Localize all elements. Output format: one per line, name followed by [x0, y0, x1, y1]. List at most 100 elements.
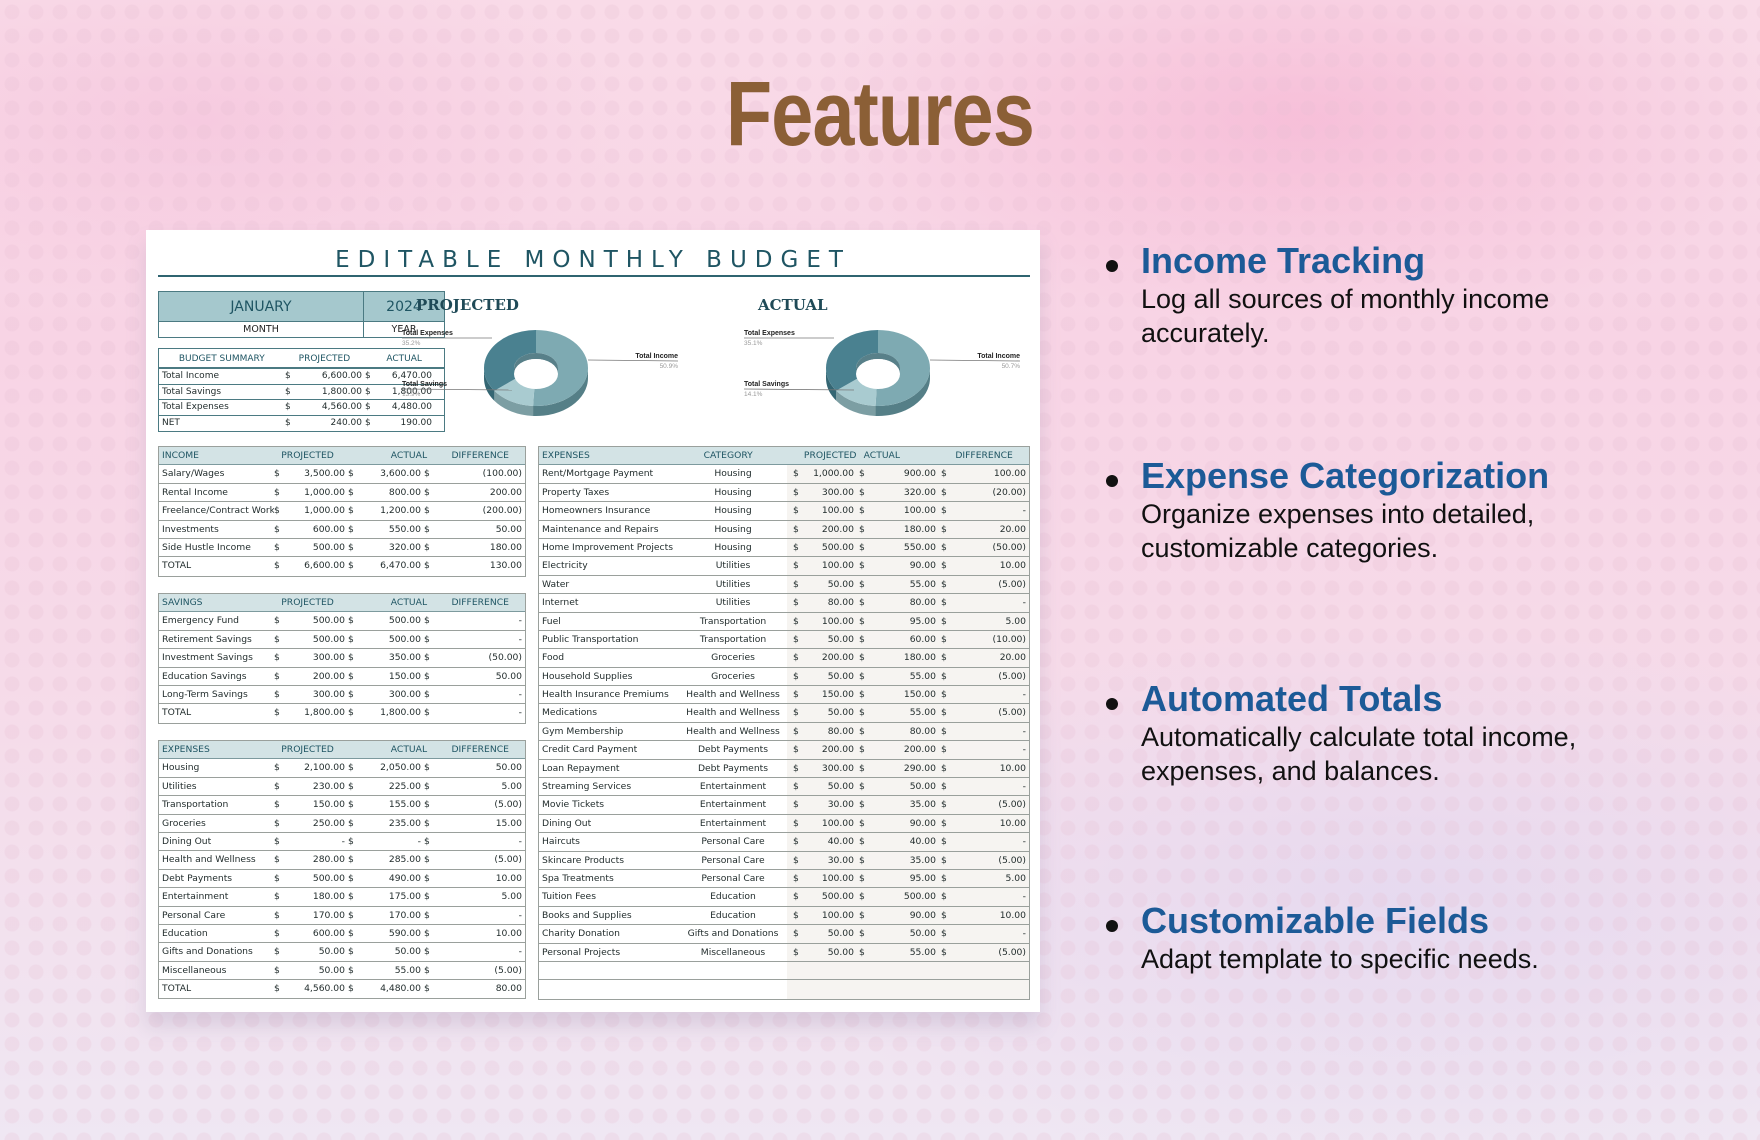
expense-name[interactable]: Home Improvement Projects	[539, 539, 679, 556]
expenses_summary-row-name[interactable]: Utilities	[159, 778, 274, 795]
expenses_summary-actual-value[interactable]: 155.00	[362, 796, 424, 813]
expenses_summary-projected-value[interactable]: -	[288, 833, 348, 850]
expense-actual-value[interactable]: 80.00	[873, 723, 939, 740]
expense-actual-value[interactable]: 80.00	[873, 594, 939, 611]
expense-projected-value[interactable]: 200.00	[805, 521, 857, 538]
expenses_summary-row-name[interactable]: Housing	[159, 759, 274, 776]
income-row-name[interactable]: Salary/Wages	[159, 465, 274, 482]
expense-actual-value[interactable]: 35.00	[873, 796, 939, 813]
expense-projected-value[interactable]: 50.00	[805, 704, 857, 721]
expense-category[interactable]: Entertainment	[679, 796, 787, 813]
savings-actual-value[interactable]: 150.00	[362, 668, 424, 685]
expenses_summary-actual-value[interactable]: 590.00	[362, 925, 424, 942]
expenses-detail-empty-row[interactable]	[539, 980, 1029, 999]
expense-name[interactable]: Internet	[539, 594, 679, 611]
expense-category[interactable]: Personal Care	[679, 870, 787, 887]
expense-projected-value[interactable]: 100.00	[805, 815, 857, 832]
expense-name[interactable]: Books and Supplies	[539, 907, 679, 924]
expense-category[interactable]: Housing	[679, 502, 787, 519]
expense-projected-value[interactable]: 300.00	[805, 484, 857, 501]
expenses_summary-projected-value[interactable]: 50.00	[288, 962, 348, 979]
expense-projected-value[interactable]: 80.00	[805, 723, 857, 740]
expenses_summary-row-name[interactable]: Gifts and Donations	[159, 943, 274, 960]
savings-actual-value[interactable]: 350.00	[362, 649, 424, 666]
expense-category[interactable]: Entertainment	[679, 778, 787, 795]
month-value[interactable]: JANUARY	[159, 292, 364, 321]
expense-category[interactable]: Utilities	[679, 576, 787, 593]
savings-row-name[interactable]: Retirement Savings	[159, 631, 274, 648]
expense-name[interactable]: Medications	[539, 704, 679, 721]
expense-projected-value[interactable]: 500.00	[805, 539, 857, 556]
expenses_summary-projected-value[interactable]: 280.00	[288, 851, 348, 868]
expenses_summary-row-name[interactable]: Health and Wellness	[159, 851, 274, 868]
expenses_summary-row-name[interactable]: Education	[159, 925, 274, 942]
expenses_summary-row-name[interactable]: Groceries	[159, 815, 274, 832]
income-actual-value[interactable]: 1,200.00	[362, 502, 424, 519]
expenses_summary-actual-value[interactable]: 50.00	[362, 943, 424, 960]
expense-name[interactable]: Streaming Services	[539, 778, 679, 795]
expense-actual-value[interactable]: 50.00	[873, 925, 939, 942]
expenses_summary-row-name[interactable]: Transportation	[159, 796, 274, 813]
expense-category[interactable]: Debt Payments	[679, 760, 787, 777]
expenses_summary-projected-value[interactable]: 180.00	[288, 888, 348, 905]
expenses_summary-row-name[interactable]: Miscellaneous	[159, 962, 274, 979]
expense-actual-value[interactable]: 900.00	[873, 465, 939, 482]
expenses_summary-row-name[interactable]: Dining Out	[159, 833, 274, 850]
expense-actual-value[interactable]: 150.00	[873, 686, 939, 703]
expenses_summary-projected-value[interactable]: 500.00	[288, 870, 348, 887]
expense-actual-value[interactable]: 180.00	[873, 521, 939, 538]
expense-category[interactable]: Groceries	[679, 649, 787, 666]
expenses_summary-projected-value[interactable]: 250.00	[288, 815, 348, 832]
expense-category[interactable]: Entertainment	[679, 815, 787, 832]
savings-row-name[interactable]: Investment Savings	[159, 649, 274, 666]
savings-row-name[interactable]: Education Savings	[159, 668, 274, 685]
savings-actual-value[interactable]: 500.00	[362, 612, 424, 629]
expense-name[interactable]: Public Transportation	[539, 631, 679, 648]
expense-category[interactable]: Personal Care	[679, 833, 787, 850]
expense-projected-value[interactable]: 30.00	[805, 796, 857, 813]
expense-projected-value[interactable]: 100.00	[805, 502, 857, 519]
expenses_summary-actual-value[interactable]: 235.00	[362, 815, 424, 832]
expense-actual-value[interactable]: 200.00	[873, 741, 939, 758]
expense-name[interactable]: Homeowners Insurance	[539, 502, 679, 519]
expense-actual-value[interactable]: 290.00	[873, 760, 939, 777]
expense-projected-value[interactable]: 50.00	[805, 631, 857, 648]
expenses-detail-empty-row[interactable]	[539, 961, 1029, 981]
expense-category[interactable]: Education	[679, 907, 787, 924]
savings-projected-value[interactable]: 200.00	[288, 668, 348, 685]
expense-projected-value[interactable]: 200.00	[805, 649, 857, 666]
expense-projected-value[interactable]: 40.00	[805, 833, 857, 850]
expenses_summary-row-name[interactable]: Personal Care	[159, 907, 274, 924]
expense-actual-value[interactable]: 55.00	[873, 576, 939, 593]
expense-projected-value[interactable]: 50.00	[805, 576, 857, 593]
expense-category[interactable]: Health and Wellness	[679, 686, 787, 703]
summary-projected-value[interactable]: 6,600.00	[295, 369, 365, 384]
expense-name[interactable]: Spa Treatments	[539, 870, 679, 887]
income-actual-value[interactable]: 320.00	[362, 539, 424, 556]
expenses_summary-projected-value[interactable]: 50.00	[288, 943, 348, 960]
savings-actual-value[interactable]: 500.00	[362, 631, 424, 648]
empty-cell[interactable]	[539, 980, 787, 998]
expense-name[interactable]: Rent/Mortgage Payment	[539, 465, 679, 482]
expense-category[interactable]: Debt Payments	[679, 741, 787, 758]
income-row-name[interactable]: Freelance/Contract Work	[159, 502, 274, 519]
expense-name[interactable]: Movie Tickets	[539, 796, 679, 813]
expense-actual-value[interactable]: 55.00	[873, 704, 939, 721]
income-row-name[interactable]: Rental Income	[159, 484, 274, 501]
expense-name[interactable]: Loan Repayment	[539, 760, 679, 777]
expenses_summary-actual-value[interactable]: 55.00	[362, 962, 424, 979]
expenses_summary-actual-value[interactable]: 285.00	[362, 851, 424, 868]
expense-actual-value[interactable]: 500.00	[873, 888, 939, 905]
expense-projected-value[interactable]: 300.00	[805, 760, 857, 777]
expense-actual-value[interactable]: 35.00	[873, 852, 939, 869]
expense-name[interactable]: Maintenance and Repairs	[539, 521, 679, 538]
expense-category[interactable]: Utilities	[679, 557, 787, 574]
expense-category[interactable]: Personal Care	[679, 852, 787, 869]
expense-name[interactable]: Dining Out	[539, 815, 679, 832]
income-row-name[interactable]: Investments	[159, 521, 274, 538]
expense-actual-value[interactable]: 60.00	[873, 631, 939, 648]
expense-name[interactable]: Fuel	[539, 613, 679, 630]
expense-actual-value[interactable]: 50.00	[873, 778, 939, 795]
expense-name[interactable]: Food	[539, 649, 679, 666]
expense-actual-value[interactable]: 95.00	[873, 870, 939, 887]
